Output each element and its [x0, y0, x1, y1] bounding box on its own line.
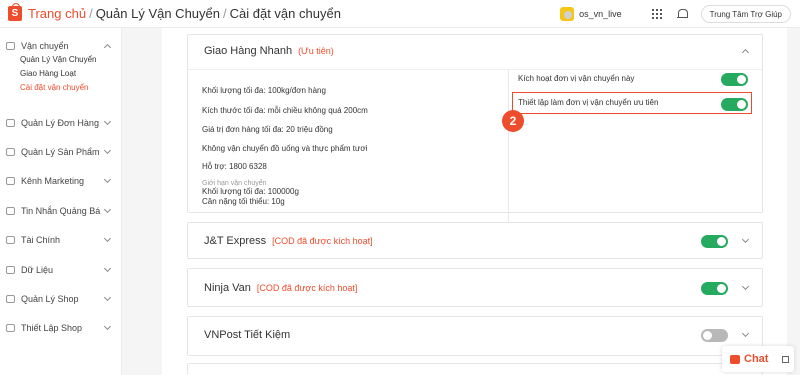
shopee-logo-icon[interactable]: S — [8, 3, 22, 21]
sidebar-group-marketing[interactable]: Kênh Marketing — [0, 174, 122, 188]
cod-tag: [COD đã được kích hoạt] — [272, 235, 373, 246]
carrier-detail: Khối lượng tối đa: 100kg/đơn hàng Kích t… — [188, 69, 762, 245]
sidebar-group-products[interactable]: Quản Lý Sản Phẩm — [0, 145, 122, 159]
chat-icon — [730, 354, 740, 364]
limit-title: Giới hạn vận chuyển — [202, 180, 267, 187]
chevron-down-icon[interactable] — [103, 234, 112, 243]
limit-max-weight: Khối lượng tối đa: 100000g — [202, 187, 299, 196]
sidebar-group-orders[interactable]: Quản Lý Đơn Hàng — [0, 116, 122, 130]
cod-tag: [COD đã được kích hoạt] — [256, 282, 358, 293]
chat-label: Chat — [744, 353, 769, 365]
truck-icon — [6, 42, 15, 50]
sidebar-group-label: Tài Chính — [21, 235, 61, 245]
breadcrumb-separator: / — [89, 6, 93, 21]
info-max-size: Kích thước tối đa: mỗi chiều không quá 2… — [202, 106, 368, 115]
chevron-up-icon[interactable] — [741, 48, 750, 57]
sidebar-group-shop-settings[interactable]: Thiết Lập Shop — [0, 321, 122, 335]
step-badge: 2 — [502, 110, 524, 132]
gear-icon — [6, 324, 15, 332]
username[interactable]: os_vn_live — [579, 9, 622, 19]
chevron-down-icon[interactable] — [103, 264, 112, 273]
carrier-toggle[interactable] — [701, 235, 728, 248]
sidebar-group-label: Quản Lý Sản Phẩm — [21, 147, 100, 157]
tag-icon — [6, 177, 15, 185]
sidebar-group-label: Dữ Liệu — [21, 265, 54, 275]
limit-min-weight: Cân nặng tối thiểu: 10g — [202, 197, 285, 206]
chevron-down-icon[interactable] — [103, 175, 112, 184]
set-priority-label: Thiết lập làm đơn vị vận chuyển ưu tiên — [518, 98, 659, 107]
sidebar-item-shipping-management[interactable]: Quản Lý Vận Chuyển — [0, 53, 122, 67]
sidebar-group-label: Quản Lý Shop — [21, 294, 79, 304]
breadcrumb-shipping-settings: Cài đặt vận chuyển — [229, 6, 341, 21]
divider — [508, 70, 509, 236]
chat-button[interactable]: Chat — [722, 346, 794, 372]
info-restriction: Không vận chuyển đồ uống và thực phẩm tư… — [202, 144, 368, 153]
activate-carrier-label: Kích hoạt đơn vị vận chuyển này — [518, 74, 635, 83]
carrier-name: VNPost Tiết Kiệm — [204, 329, 291, 341]
chevron-down-icon[interactable] — [103, 205, 112, 214]
help-center-button[interactable]: Trung Tâm Trợ Giúp — [700, 5, 791, 23]
wallet-icon — [6, 236, 15, 244]
chevron-down-icon[interactable] — [741, 282, 750, 290]
info-max-weight: Khối lượng tối đa: 100kg/đơn hàng — [202, 86, 326, 95]
message-icon — [6, 207, 15, 215]
breadcrumb-home[interactable]: Trang chủ — [28, 6, 86, 21]
chevron-down-icon[interactable] — [741, 235, 750, 243]
priority-tag: (Ưu tiên) — [298, 46, 334, 56]
product-icon — [6, 148, 15, 156]
sidebar: Vận chuyển Quản Lý Vận Chuyển Giao Hàng … — [0, 28, 122, 375]
sidebar-group-data[interactable]: Dữ Liệu — [0, 263, 122, 277]
sidebar-item-shipping-settings[interactable]: Cài đặt vận chuyển — [0, 81, 122, 95]
apps-grid-icon[interactable] — [651, 9, 662, 19]
activate-carrier-toggle[interactable] — [721, 73, 748, 86]
info-support: Hỗ trợ: 1800 6328 — [202, 162, 267, 171]
sidebar-group-shop-management[interactable]: Quản Lý Shop — [0, 292, 122, 306]
breadcrumb: Trang chủ / Quản Lý Vận Chuyển / Cài đặt… — [28, 6, 341, 21]
carrier-toggle[interactable] — [701, 282, 728, 295]
carrier-card-header[interactable]: J&T Express [COD đã được kích hoạt] — [188, 223, 762, 258]
carrier-card-header[interactable]: Giao Hàng Nhanh (Ưu tiên) — [188, 35, 762, 67]
bell-icon[interactable] — [676, 8, 688, 20]
sidebar-group-label: Kênh Marketing — [21, 176, 85, 186]
carrier-card-ghn: Giao Hàng Nhanh (Ưu tiên) Khối lượng tối… — [187, 34, 763, 236]
sidebar-item-bulk-shipping[interactable]: Giao Hàng Loạt — [0, 67, 122, 81]
chevron-down-icon[interactable] — [741, 329, 750, 338]
carrier-card-ninjavan: Ninja Van [COD đã được kích hoạt] — [187, 268, 763, 307]
shop-icon — [6, 295, 15, 303]
set-priority-toggle[interactable] — [721, 98, 748, 111]
sidebar-group-label: Thiết Lập Shop — [21, 323, 83, 333]
carrier-card-next — [187, 363, 763, 375]
sidebar-group-label: Vận chuyển — [21, 41, 69, 51]
carrier-name: Giao Hàng Nhanh — [204, 45, 293, 57]
sidebar-group-promo-messages[interactable]: Tin Nhắn Quảng Bá — [0, 204, 122, 218]
chevron-down-icon[interactable] — [103, 293, 112, 302]
top-header: S Trang chủ / Quản Lý Vận Chuyển / Cài đ… — [0, 0, 800, 28]
chart-icon — [6, 266, 15, 274]
carrier-name: J&T Express — [204, 234, 267, 247]
breadcrumb-shipping-management[interactable]: Quản Lý Vận Chuyển — [96, 6, 220, 21]
chevron-down-icon[interactable] — [103, 322, 112, 331]
chevron-down-icon[interactable] — [103, 146, 112, 155]
info-max-value: Giá trị đơn hàng tối đa: 20 triệu đồng — [202, 125, 333, 134]
carrier-name: Ninja Van — [204, 281, 251, 294]
chevron-down-icon[interactable] — [103, 117, 112, 126]
sidebar-group-shipping[interactable]: Vận chuyển Quản Lý Vận Chuyển Giao Hàng … — [0, 39, 122, 95]
expand-icon[interactable] — [782, 355, 790, 363]
avatar[interactable] — [560, 7, 575, 21]
sidebar-group-label: Tin Nhắn Quảng Bá — [21, 206, 101, 216]
order-icon — [6, 119, 15, 127]
carrier-card-header[interactable]: Ninja Van [COD đã được kích hoạt] — [188, 269, 762, 306]
carrier-card-vnpost: VNPost Tiết Kiệm — [187, 316, 763, 356]
carrier-card-jt: J&T Express [COD đã được kích hoạt] — [187, 222, 763, 259]
sidebar-group-label: Quản Lý Đơn Hàng — [21, 118, 99, 128]
chevron-up-icon[interactable] — [103, 43, 112, 52]
carrier-card-header[interactable]: VNPost Tiết Kiệm — [188, 317, 762, 353]
carrier-toggle[interactable] — [701, 329, 728, 342]
sidebar-group-finance[interactable]: Tài Chính — [0, 233, 122, 247]
breadcrumb-separator: / — [223, 6, 227, 21]
